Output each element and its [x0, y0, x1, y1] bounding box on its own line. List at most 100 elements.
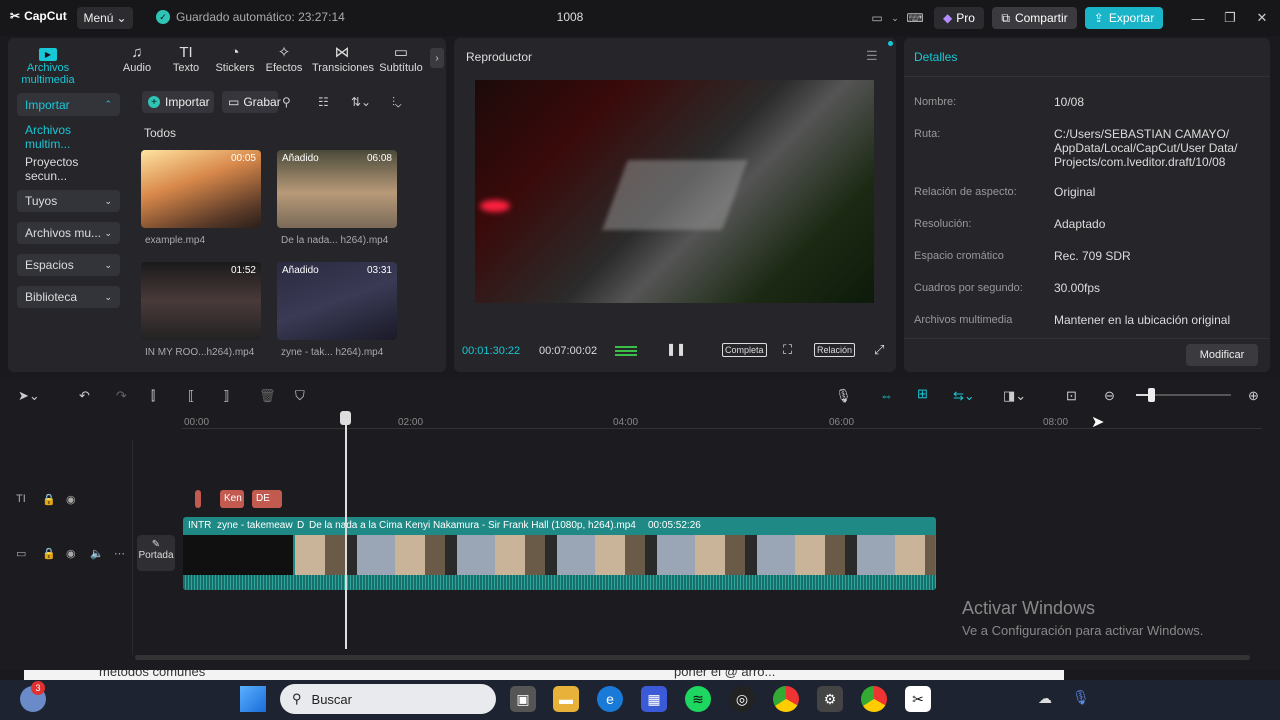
snap-icon[interactable]: ⇆⌄ — [953, 388, 975, 404]
lock-icon[interactable]: 🔒 — [42, 493, 56, 506]
capcut-logo-icon: ✂ — [10, 9, 21, 23]
search-icon[interactable]: ⚲ — [282, 95, 291, 109]
tab-text[interactable]: TI Texto — [158, 44, 214, 78]
current-time: 00:01:30:22 — [462, 345, 521, 357]
car-shape — [602, 160, 748, 230]
video-preview[interactable] — [475, 80, 874, 303]
sidebar-item-secondary-projects[interactable]: Proyectos secun... — [17, 155, 120, 183]
preview-axis-icon[interactable]: ◨⌄ — [1003, 388, 1026, 404]
close-icon[interactable]: ✕ — [1252, 8, 1272, 28]
project-title[interactable]: 1008 — [540, 10, 600, 24]
spotify-icon[interactable]: ≋ — [685, 686, 711, 712]
sidebar-item-yours[interactable]: Tuyos ⌄ — [17, 190, 120, 212]
restore-icon[interactable]: ❐ — [1220, 8, 1240, 28]
trim-left-icon[interactable]: ⟦ — [188, 388, 194, 404]
filter-icon[interactable]: ⫶⌄ — [392, 95, 401, 110]
transition-icon: ⋈ — [334, 44, 350, 61]
media-thumb[interactable]: Añadido 06:08 — [277, 150, 397, 228]
media-thumb[interactable]: 01:52 — [141, 262, 261, 340]
chevron-down-icon[interactable]: ⌄ — [890, 8, 900, 28]
link-clips-icon[interactable]: ⇔ — [880, 388, 893, 403]
menu-button[interactable]: Menú ⌄ — [77, 7, 133, 29]
zoom-in-icon[interactable]: ⊕ — [1248, 388, 1259, 404]
delete-icon[interactable]: 🗑 — [259, 388, 276, 404]
chevron-down-icon: ⌄ — [104, 195, 112, 206]
chevron-right-icon[interactable]: › — [430, 48, 444, 68]
windows-activation-watermark: Activar Windows Ve a Configuración para … — [962, 598, 1204, 638]
microphone-icon[interactable]: 🎙 — [1072, 689, 1090, 706]
grid-view-icon[interactable]: ☷ — [318, 95, 329, 109]
sidebar-import[interactable]: Importar ⌃ — [17, 93, 120, 116]
media-thumb[interactable]: Añadido 03:31 — [277, 262, 397, 340]
media-thumb[interactable]: 00:05 — [141, 150, 261, 228]
timeline-scrollbar[interactable] — [135, 655, 1250, 660]
ratio-button[interactable]: Relación — [814, 343, 856, 357]
menu-icon[interactable]: ☰ — [866, 48, 878, 64]
fullscreen-icon[interactable]: ⤢ — [874, 342, 884, 358]
volume-icon[interactable]: 🔈 — [90, 547, 104, 560]
select-cursor-icon[interactable]: ➤⌄ — [18, 388, 40, 404]
undo-icon[interactable]: ↶ — [79, 388, 90, 404]
tab-subtitles[interactable]: ▭ Subtítulo — [376, 44, 426, 78]
ruler-label: 08:00 — [1043, 417, 1069, 428]
minimize-icon[interactable]: — — [1188, 8, 1208, 28]
pause-icon[interactable]: ❚❚ — [666, 342, 686, 356]
clip-label: D — [297, 520, 305, 531]
playhead[interactable] — [345, 411, 347, 649]
file-explorer-icon[interactable]: ▬ — [553, 686, 579, 712]
redo-icon[interactable]: ↷ — [116, 388, 127, 404]
sidebar-item-library[interactable]: Biblioteca ⌄ — [17, 286, 120, 308]
settings-gear-icon[interactable]: ⚙ — [817, 686, 843, 712]
tab-stickers[interactable]: ◔ Stickers — [207, 44, 263, 78]
sidebar-item-media[interactable]: Archivos multim... — [17, 123, 120, 151]
layout-icon[interactable]: ▭ — [866, 8, 888, 28]
taskbar-search[interactable]: ⚲ Buscar — [280, 684, 496, 714]
fullquality-button[interactable]: Completa — [722, 343, 767, 357]
export-button[interactable]: ⇪ Exportar — [1085, 7, 1163, 29]
chrome-icon[interactable] — [861, 686, 887, 712]
eye-icon[interactable]: ◉ — [66, 493, 76, 506]
record-button[interactable]: ▭ Grabar — [222, 91, 281, 113]
tab-media[interactable]: ▶ Archivos multimedia — [12, 44, 84, 86]
edge-icon[interactable]: e — [597, 686, 623, 712]
zoom-fit-icon[interactable]: ⛶ — [783, 342, 792, 358]
microphone-icon[interactable]: 🎙 — [835, 388, 852, 404]
magnet-icon[interactable]: ⊞ — [917, 386, 928, 402]
plus-icon: + — [148, 96, 160, 108]
more-icon[interactable]: ⋯ — [114, 547, 125, 560]
sidebar-item-media-files[interactable]: Archivos mu... ⌄ — [17, 222, 120, 244]
fit-timeline-icon[interactable]: ⊡ — [1066, 388, 1077, 404]
playhead-handle[interactable] — [340, 411, 351, 425]
split-icon[interactable]: ⫿ — [151, 388, 155, 404]
shield-icon[interactable]: ⛉ — [295, 388, 305, 404]
text-icon: TI — [179, 44, 193, 61]
text-clip[interactable]: Ken — [220, 490, 244, 508]
sort-icon[interactable]: ⇅⌄ — [351, 95, 371, 109]
zoom-slider-handle[interactable] — [1148, 388, 1155, 402]
divider — [904, 76, 1270, 77]
pro-button[interactable]: ◆ Pro — [934, 7, 984, 29]
modify-button[interactable]: Modificar — [1186, 344, 1258, 366]
obs-icon[interactable]: ◎ — [729, 686, 755, 712]
capcut-taskbar-icon[interactable]: ✂ — [905, 686, 931, 712]
chrome-icon[interactable] — [773, 686, 799, 712]
cloud-icon[interactable]: ☁ — [1038, 690, 1052, 707]
trim-right-icon[interactable]: ⟧ — [223, 388, 229, 404]
keyboard-icon[interactable]: ⌨ — [904, 8, 926, 28]
tab-audio[interactable]: ♫ Audio — [109, 44, 165, 78]
main-video-clip[interactable]: INTR zyne - takemeaw D De la nada a la C… — [183, 517, 936, 590]
zoom-out-icon[interactable]: ⊖ — [1104, 388, 1115, 404]
task-view-icon[interactable]: ▣ — [510, 686, 536, 712]
tab-effects[interactable]: ✧ Efectos — [256, 44, 312, 78]
tab-transitions[interactable]: ⋈ Transiciones — [312, 44, 374, 78]
lock-icon[interactable]: 🔒 — [42, 547, 56, 560]
sidebar-item-spaces[interactable]: Espacios ⌄ — [17, 254, 120, 276]
text-clip[interactable] — [195, 490, 201, 508]
eye-icon[interactable]: ◉ — [66, 547, 76, 560]
store-icon[interactable]: ▦ — [641, 686, 667, 712]
share-button[interactable]: ⧉ Compartir — [992, 7, 1077, 29]
text-clip[interactable]: DE LA — [252, 490, 282, 508]
cover-button[interactable]: ✎ Portada — [137, 535, 175, 571]
import-button[interactable]: + Importar — [142, 91, 214, 113]
windows-start-icon[interactable] — [240, 686, 266, 712]
